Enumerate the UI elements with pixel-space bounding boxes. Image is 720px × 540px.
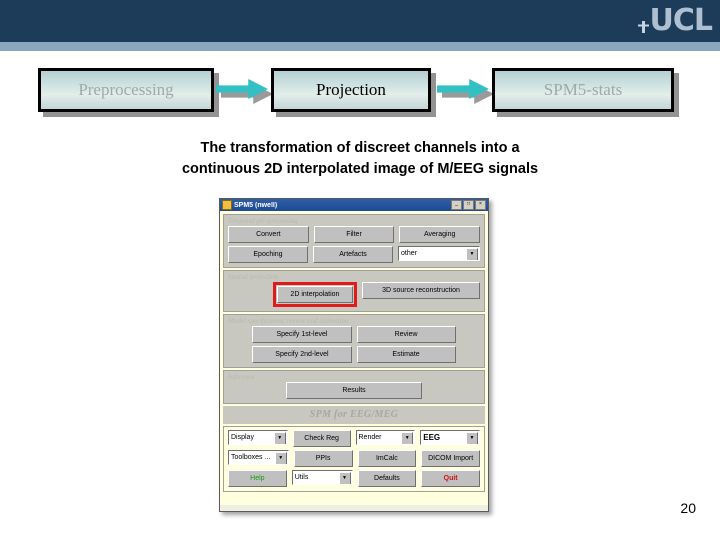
chevron-down-icon[interactable]: ▼ bbox=[338, 472, 351, 484]
toolboxes-dropdown-value: Toolboxes ... bbox=[231, 454, 271, 461]
flow-step-preprocessing[interactable]: Preprocessing bbox=[38, 68, 214, 112]
other-dropdown-value: other bbox=[401, 250, 417, 257]
panel-row: 2D interpolation 3D source reconstructio… bbox=[228, 282, 480, 307]
help-button[interactable]: Help bbox=[228, 470, 287, 487]
imcalc-button[interactable]: ImCalc bbox=[357, 450, 417, 467]
minimize-icon[interactable]: _ bbox=[451, 200, 462, 210]
artefacts-button[interactable]: Artefacts bbox=[313, 246, 393, 263]
row-spacer bbox=[228, 282, 268, 307]
highlight-ring-2d-interpolation: 2D interpolation bbox=[272, 282, 357, 307]
dicom-import-button[interactable]: DICOM Import bbox=[421, 450, 480, 467]
toolbar-row: Toolboxes ... ▼ PPIs ImCalc DICOM Import bbox=[228, 450, 480, 467]
row-spacer bbox=[461, 326, 480, 343]
specify-1st-level-button[interactable]: Specify 1st-level bbox=[252, 326, 352, 343]
utils-dropdown-value: Utils bbox=[294, 474, 309, 481]
chevron-down-icon[interactable]: ▼ bbox=[401, 432, 414, 444]
header-accent-band bbox=[0, 42, 720, 51]
utils-dropdown[interactable]: Utils ▼ bbox=[291, 470, 353, 485]
row-spacer bbox=[228, 346, 247, 363]
filter-button[interactable]: Filter bbox=[313, 226, 395, 243]
panel-temporal-preprocessing: Temporal pre-processing Convert Filter A… bbox=[223, 214, 485, 268]
row-spacer bbox=[228, 326, 247, 343]
maximize-icon[interactable]: □ bbox=[463, 200, 474, 210]
display-dropdown-value: Display bbox=[231, 434, 254, 441]
flow-arrow-2-icon bbox=[437, 79, 494, 104]
panel-row: Epoching Artefacts other ▼ bbox=[228, 246, 480, 263]
epoching-button[interactable]: Epoching bbox=[228, 246, 308, 263]
panel-inference: Inference Results bbox=[223, 370, 485, 404]
convert-button[interactable]: Convert bbox=[228, 226, 309, 243]
chevron-down-icon[interactable]: ▼ bbox=[466, 248, 478, 260]
averaging-button[interactable]: Averaging bbox=[399, 226, 481, 243]
panel-row: Specify 2nd-level Estimate bbox=[228, 346, 480, 363]
modality-dropdown[interactable]: EEG ▼ bbox=[420, 430, 480, 445]
defaults-button[interactable]: Defaults bbox=[357, 470, 417, 487]
other-dropdown[interactable]: other ▼ bbox=[398, 246, 480, 261]
ucl-crest-icon bbox=[637, 21, 649, 33]
caption-line-2: continuous 2D interpolated image of M/EE… bbox=[181, 161, 539, 178]
chevron-down-icon[interactable]: ▼ bbox=[273, 432, 286, 444]
row-spacer bbox=[228, 382, 281, 399]
display-dropdown[interactable]: Display ▼ bbox=[228, 430, 288, 445]
flow-step-label: SPM5-stats bbox=[543, 80, 623, 99]
3d-source-reconstruction-button[interactable]: 3D source reconstruction bbox=[362, 282, 480, 299]
ucl-logo: UCL bbox=[637, 3, 713, 38]
flow-step-projection[interactable]: Projection bbox=[271, 68, 431, 112]
results-button[interactable]: Results bbox=[285, 382, 423, 399]
spm5-body: Temporal pre-processing Convert Filter A… bbox=[220, 211, 488, 505]
panel-title: Spatial projection bbox=[228, 273, 279, 281]
flow-step-label: Projection bbox=[316, 80, 386, 99]
workflow-diagram: Preprocessing Projection SPM5-stats bbox=[0, 68, 720, 118]
spm5-bottom-toolbar: Display ▼ Check Reg Render ▼ EEG ▼ Toolb… bbox=[223, 426, 485, 492]
spm5-window: SPM5 (nwell) _ □ × Temporal pre-processi… bbox=[219, 198, 489, 512]
row-spacer bbox=[427, 382, 480, 399]
close-icon[interactable]: × bbox=[475, 200, 486, 210]
check-reg-button[interactable]: Check Reg bbox=[292, 430, 351, 447]
window-controls: _ □ × bbox=[451, 200, 486, 210]
row-spacer bbox=[461, 346, 480, 363]
spm5-titlebar[interactable]: SPM5 (nwell) _ □ × bbox=[220, 199, 488, 211]
panel-title: Temporal pre-processing bbox=[228, 217, 298, 225]
panel-row: Specify 1st-level Review bbox=[228, 326, 480, 343]
modality-dropdown-value: EEG bbox=[423, 433, 441, 442]
flow-step-label: Preprocessing bbox=[78, 80, 174, 99]
render-dropdown[interactable]: Render ▼ bbox=[355, 430, 416, 445]
header-bar bbox=[0, 0, 720, 42]
toolbar-row: Display ▼ Check Reg Render ▼ EEG ▼ bbox=[228, 430, 480, 447]
estimate-button[interactable]: Estimate bbox=[356, 346, 456, 363]
panel-title: Model specification, review and estimati… bbox=[228, 317, 349, 325]
matlab-app-icon bbox=[222, 200, 232, 210]
panel-spatial-projection: Spatial projection 2D interpolation 3D s… bbox=[223, 270, 485, 312]
slide-caption: The transformation of discreet channels … bbox=[0, 138, 720, 180]
ppis-button[interactable]: PPIs bbox=[293, 450, 353, 467]
page-number: 20 bbox=[680, 500, 696, 516]
panel-model-specification: Model specification, review and estimati… bbox=[223, 314, 485, 368]
panel-title: Inference bbox=[228, 373, 255, 381]
specify-2nd-level-button[interactable]: Specify 2nd-level bbox=[252, 346, 352, 363]
panel-row: Convert Filter Averaging bbox=[228, 226, 481, 243]
chevron-down-icon[interactable]: ▼ bbox=[274, 452, 287, 464]
toolboxes-dropdown[interactable]: Toolboxes ... ▼ bbox=[228, 450, 289, 465]
spm5-window-title: SPM5 (nwell) bbox=[234, 201, 278, 209]
caption-line-1: The transformation of discreet channels … bbox=[200, 140, 520, 156]
ucl-logo-text: UCL bbox=[649, 3, 713, 38]
render-dropdown-value: Render bbox=[358, 434, 382, 441]
toolbar-row: Help Utils ▼ Defaults Quit bbox=[228, 470, 480, 487]
chevron-down-icon[interactable]: ▼ bbox=[466, 432, 478, 444]
review-button[interactable]: Review bbox=[356, 326, 456, 343]
2d-interpolation-button[interactable]: 2D interpolation bbox=[276, 286, 353, 303]
spm-for-eeg-meg-subtitle: SPM for EEG/MEG bbox=[223, 406, 485, 424]
quit-button[interactable]: Quit bbox=[421, 470, 480, 487]
flow-arrow-1-icon bbox=[216, 79, 273, 104]
flow-step-spm5-stats[interactable]: SPM5-stats bbox=[492, 68, 674, 112]
panel-row: Results bbox=[228, 382, 480, 399]
